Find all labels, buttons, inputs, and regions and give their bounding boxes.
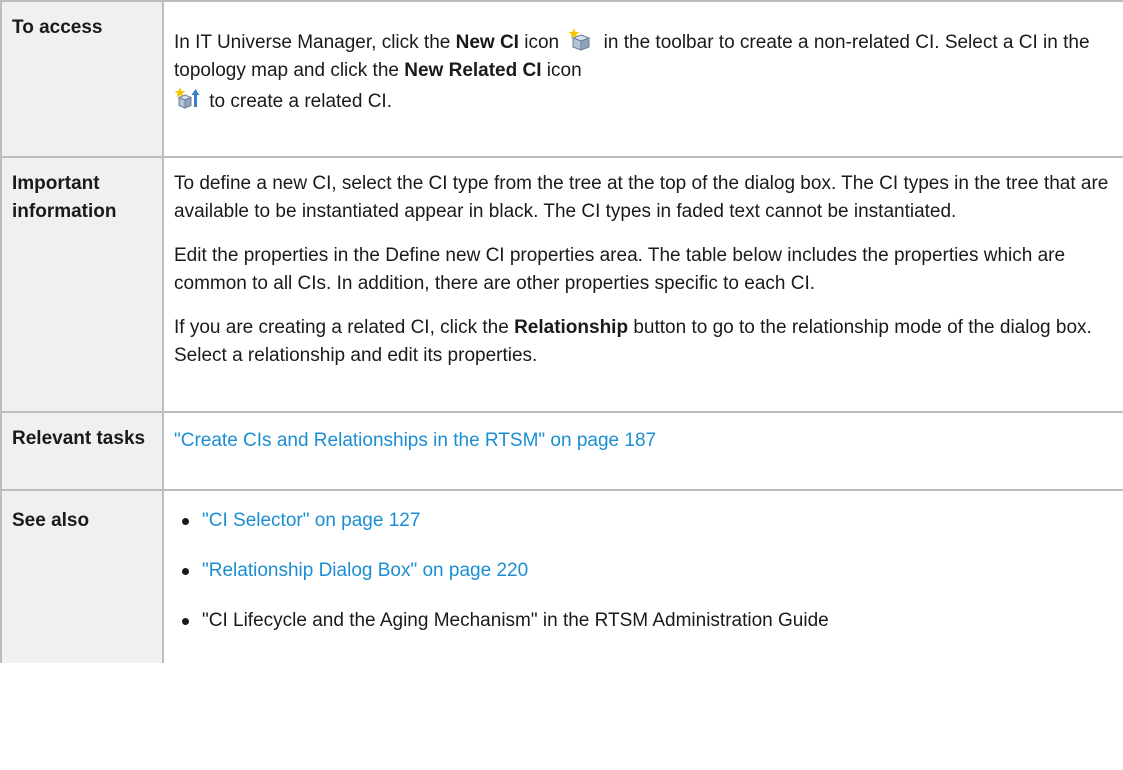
paragraph: If you are creating a related CI, click … bbox=[174, 317, 1092, 366]
new-related-ci-term: New Related CI bbox=[404, 60, 542, 81]
list-item: "CI Lifecycle and the Aging Mechanism" i… bbox=[182, 607, 1116, 635]
new-ci-icon bbox=[568, 26, 594, 52]
row-to-access: To access In IT Universe Manager, click … bbox=[0, 0, 1123, 158]
relationship-term: Relationship bbox=[514, 317, 629, 338]
reference-table: To access In IT Universe Manager, click … bbox=[0, 0, 1123, 663]
row-content-see-also: "CI Selector" on page 127 "Relationship … bbox=[162, 489, 1123, 663]
row-label-to-access: To access bbox=[0, 0, 163, 158]
row-content-relevant-tasks: "Create CIs and Relationships in the RTS… bbox=[162, 411, 1123, 491]
row-content-important-information: To define a new CI, select the CI type f… bbox=[162, 156, 1123, 413]
link-ci-selector[interactable]: "CI Selector" on page 127 bbox=[202, 510, 420, 531]
paragraph: Edit the properties in the Define new CI… bbox=[174, 245, 1066, 294]
link-create-cis-and-relationships[interactable]: "Create CIs and Relationships in the RTS… bbox=[174, 430, 656, 451]
new-ci-term: New CI bbox=[455, 32, 519, 53]
row-label-important-information: Important information bbox=[0, 156, 163, 413]
row-content-to-access: In IT Universe Manager, click the New CI… bbox=[162, 0, 1123, 158]
new-related-ci-icon bbox=[174, 85, 200, 111]
link-relationship-dialog-box[interactable]: "Relationship Dialog Box" on page 220 bbox=[202, 560, 528, 581]
row-label-relevant-tasks: Relevant tasks bbox=[0, 411, 163, 491]
see-also-list: "CI Selector" on page 127 "Relationship … bbox=[174, 507, 1116, 635]
row-see-also: See also "CI Selector" on page 127 "Rela… bbox=[0, 489, 1123, 663]
row-important-information: Important information To define a new CI… bbox=[0, 156, 1123, 413]
list-item: "Relationship Dialog Box" on page 220 bbox=[182, 557, 1116, 585]
list-item: "CI Selector" on page 127 bbox=[182, 507, 1116, 535]
row-relevant-tasks: Relevant tasks "Create CIs and Relations… bbox=[0, 411, 1123, 491]
row-label-see-also: See also bbox=[0, 489, 163, 663]
paragraph: To define a new CI, select the CI type f… bbox=[174, 173, 1109, 222]
